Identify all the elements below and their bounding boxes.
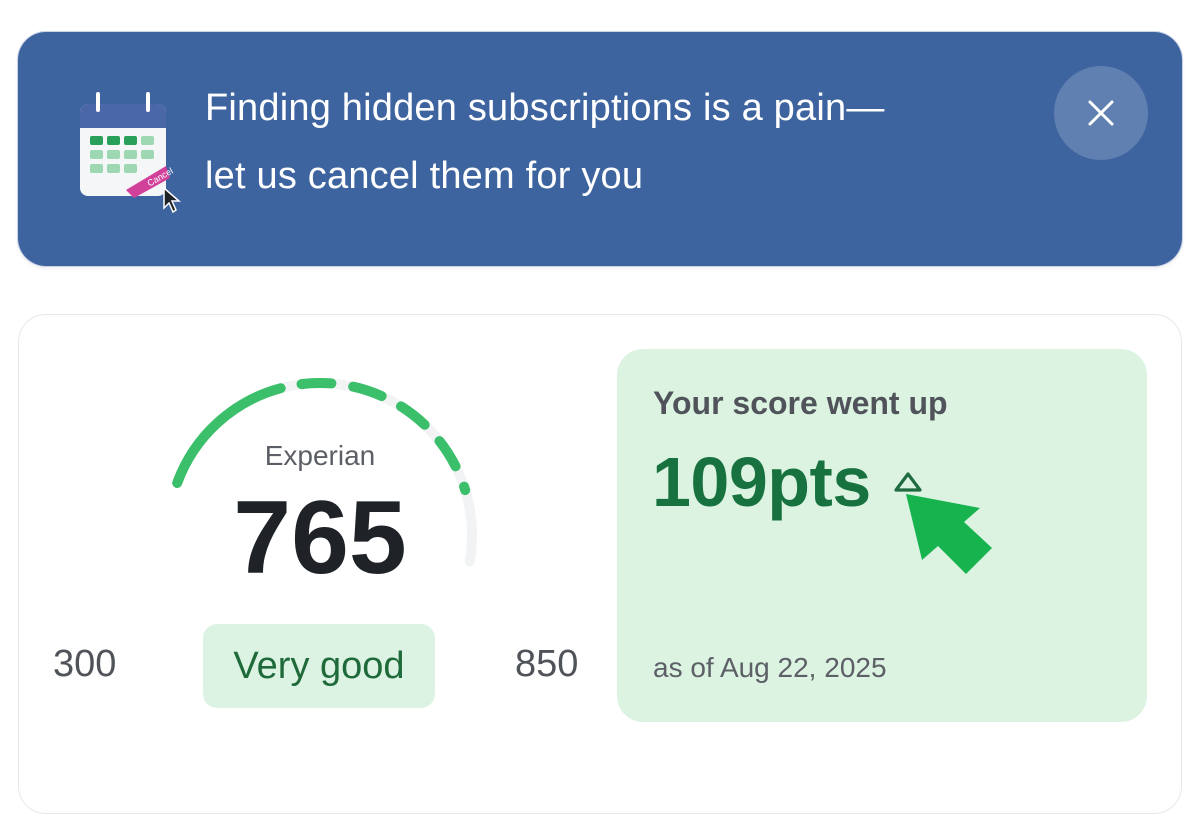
banner-line-2: let us cancel them for you bbox=[205, 155, 644, 197]
score-range-min: 300 bbox=[53, 643, 117, 685]
score-rating-badge: Very good bbox=[203, 624, 435, 708]
pointer-arrow-icon bbox=[906, 494, 992, 574]
bureau-label: Experian bbox=[264, 440, 376, 471]
banner-line-1: Finding hidden subscriptions is a pain— bbox=[205, 87, 885, 129]
close-icon bbox=[1088, 100, 1114, 126]
score-range-max: 850 bbox=[515, 643, 579, 685]
score-change-value: 109pts bbox=[652, 443, 871, 521]
credit-score-value: 765 bbox=[233, 480, 407, 596]
close-banner-button[interactable] bbox=[1054, 66, 1148, 160]
gauge-fill-dashed bbox=[296, 377, 471, 496]
score-as-of-date: as of Aug 22, 2025 bbox=[653, 652, 887, 683]
banner-message: Finding hidden subscriptions is a pain— … bbox=[205, 74, 885, 210]
promo-banner[interactable]: Cancel Finding hidden subscriptions is a… bbox=[18, 32, 1182, 266]
score-change-title: Your score went up bbox=[653, 385, 948, 421]
calendar-cancel-icon: Cancel bbox=[80, 92, 182, 214]
